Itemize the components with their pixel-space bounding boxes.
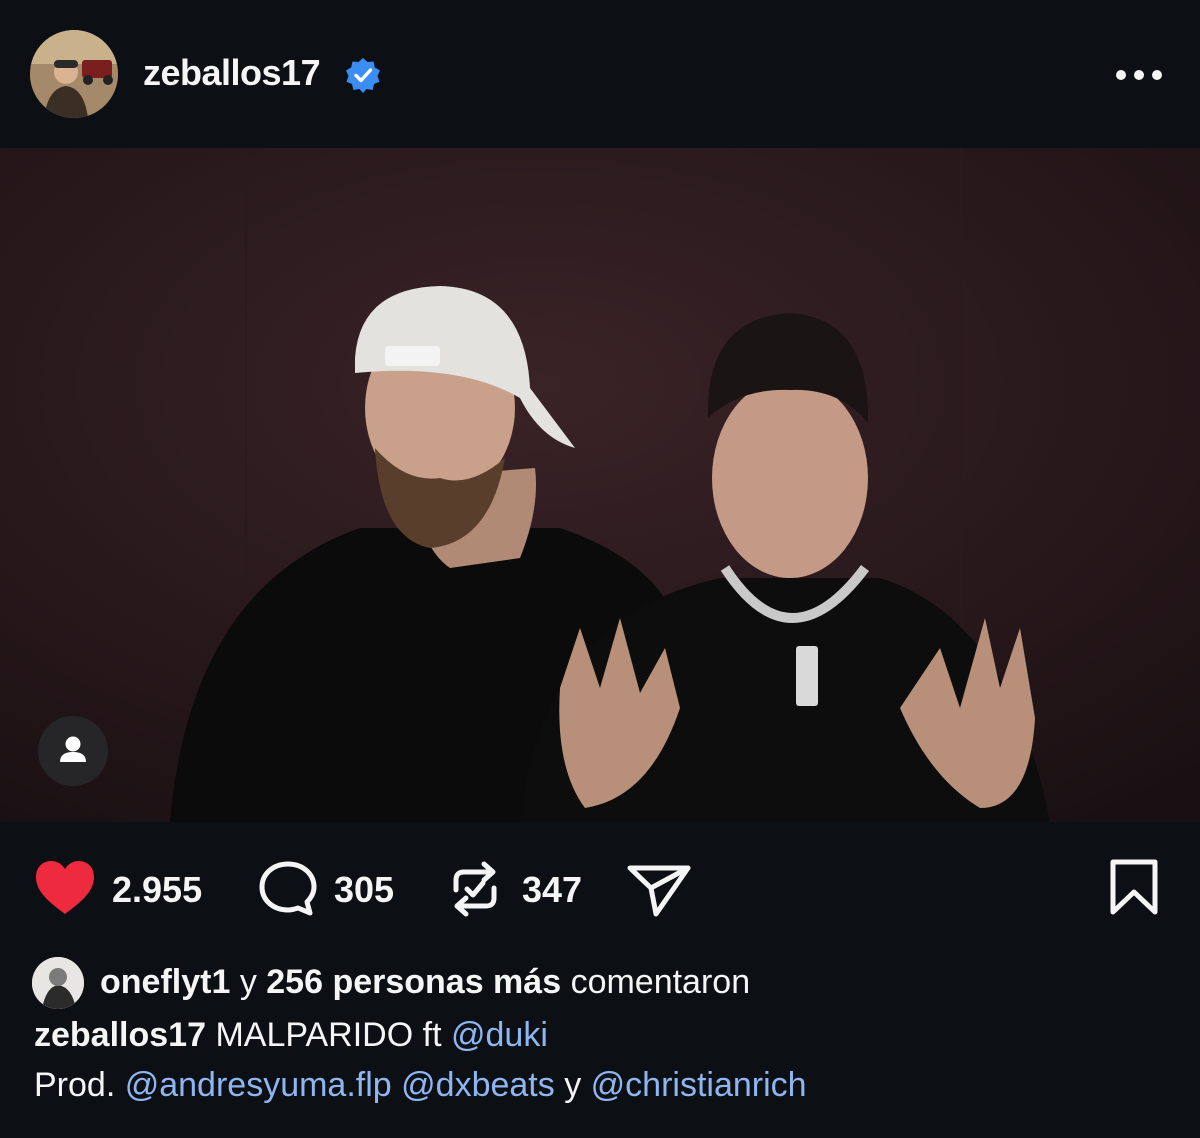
repost-icon[interactable] [448, 860, 502, 918]
and-text: y [564, 1066, 582, 1104]
comments-summary[interactable]: oneflyt1 y 256 personas más comentaron [32, 955, 1182, 1009]
post-header: zeballos17 [0, 0, 1200, 148]
repost-count[interactable]: 347 [522, 872, 582, 908]
commenter-username[interactable]: oneflyt1 [100, 963, 230, 1001]
commenter-avatar[interactable] [32, 957, 84, 1009]
caption-text: MALPARIDO ft [215, 1016, 442, 1054]
author-avatar[interactable] [30, 30, 118, 118]
prod-label: Prod. [34, 1066, 116, 1104]
mention-dxbeats[interactable]: @dxbeats [401, 1066, 555, 1104]
bookmark-save-icon[interactable] [1108, 858, 1160, 916]
comment-icon[interactable] [258, 860, 318, 918]
comments-summary-text: oneflyt1 y 256 personas más comentaron [100, 963, 750, 1002]
post-image[interactable] [0, 148, 1200, 822]
caption-line-2: Prod. @andresyuma.flp @dxbeats y @christ… [34, 1066, 807, 1105]
like-count[interactable]: 2.955 [112, 872, 202, 908]
connector-text: y [239, 963, 257, 1001]
like-heart-icon[interactable] [34, 860, 96, 916]
share-send-icon[interactable] [626, 862, 692, 918]
mention-christianrich[interactable]: @christianrich [591, 1066, 807, 1104]
mention-andresyuma[interactable]: @andresyuma.flp [125, 1066, 392, 1104]
action-bar: 2.955 305 347 [0, 850, 1200, 930]
tagged-users-button[interactable] [38, 716, 108, 786]
author-username[interactable]: zeballos17 [143, 52, 321, 94]
post-card: zeballos17 2.955 305 347 oneflyt1 y 256 … [0, 0, 1200, 1138]
others-count[interactable]: 256 personas más [266, 963, 561, 1001]
more-options-icon[interactable] [1114, 62, 1164, 88]
caption-line-1: zeballos17 MALPARIDO ft @duki [34, 1016, 548, 1055]
caption-author[interactable]: zeballos17 [34, 1016, 206, 1054]
mention-duki[interactable]: @duki [451, 1016, 548, 1054]
comment-count[interactable]: 305 [334, 872, 394, 908]
verified-badge-icon [346, 58, 380, 93]
person-icon [60, 736, 86, 762]
commented-verb: comentaron [570, 963, 751, 1001]
